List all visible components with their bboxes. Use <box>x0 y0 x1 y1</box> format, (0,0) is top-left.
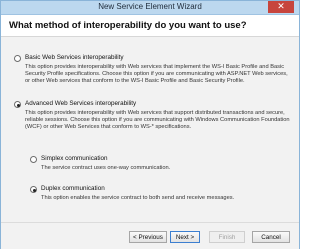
close-button[interactable]: ✕ <box>268 1 294 13</box>
title-bar: New Service Element Wizard ✕ <box>1 1 299 15</box>
previous-button[interactable]: < Previous <box>129 231 167 243</box>
button-bar: < Previous Next > Finish Cancel <box>1 222 299 249</box>
radio-basic[interactable] <box>14 55 21 62</box>
wizard-header: What method of interoperability do you w… <box>1 15 299 37</box>
option-duplex-description: This option enables the service contract… <box>41 195 235 201</box>
option-simplex-description: The service contract uses one-way commun… <box>41 165 171 171</box>
option-advanced-description: This option provides interoperability wi… <box>25 110 290 131</box>
option-advanced[interactable]: Advanced Web Services interoperability T… <box>1 95 299 135</box>
radio-advanced[interactable] <box>14 101 21 108</box>
options-panel: Basic Web Services interoperability This… <box>1 37 299 222</box>
option-basic-description: This option provides interoperability wi… <box>25 64 288 85</box>
finish-button[interactable]: Finish <box>209 231 245 243</box>
next-button[interactable]: Next > <box>170 231 200 243</box>
cancel-button[interactable]: Cancel <box>252 231 290 243</box>
option-advanced-label[interactable]: Advanced Web Services interoperability <box>25 100 136 107</box>
option-basic-label[interactable]: Basic Web Services interoperability <box>25 54 124 61</box>
radio-duplex[interactable] <box>30 186 37 193</box>
radio-simplex[interactable] <box>30 156 37 163</box>
option-duplex-label[interactable]: Duplex communication <box>41 185 105 192</box>
option-duplex[interactable]: Duplex communication This option enables… <box>1 182 299 204</box>
option-simplex[interactable]: Simplex communication The service contra… <box>1 152 299 174</box>
page-title: What method of interoperability do you w… <box>9 20 247 31</box>
window-title: New Service Element Wizard <box>98 2 202 11</box>
option-basic[interactable]: Basic Web Services interoperability This… <box>1 37 299 84</box>
option-simplex-label[interactable]: Simplex communication <box>41 155 108 162</box>
wizard-window: New Service Element Wizard ✕ What method… <box>0 0 300 249</box>
close-icon: ✕ <box>277 2 285 12</box>
